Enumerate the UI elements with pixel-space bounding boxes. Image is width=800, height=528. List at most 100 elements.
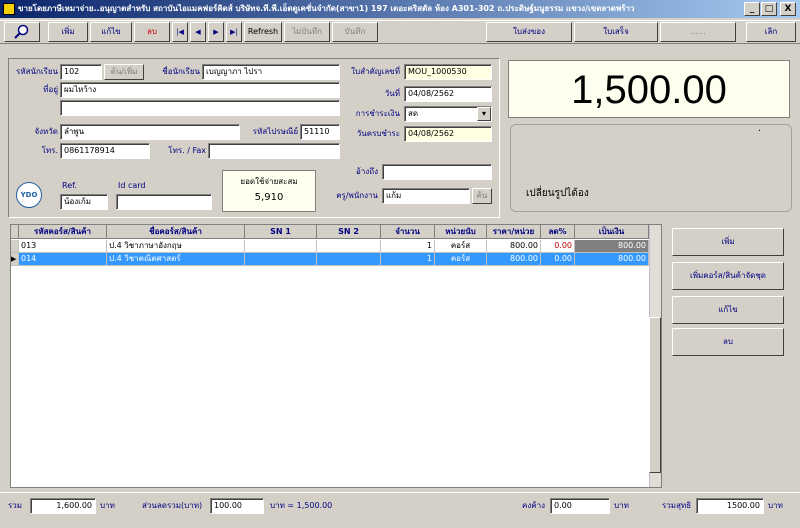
fax-field[interactable] <box>208 143 340 159</box>
side-edit-button[interactable]: แก้ไข <box>672 296 784 324</box>
maximize-button[interactable]: □ <box>761 2 777 16</box>
grid-cell-unit[interactable]: คอร์ส <box>435 253 487 266</box>
search-icon <box>14 24 29 39</box>
date-field[interactable]: 04/08/2562 <box>404 86 492 102</box>
delete-button[interactable]: ลบ <box>134 22 170 42</box>
change-dot: · <box>758 126 762 137</box>
grid-header-sn1[interactable]: SN 1 <box>245 225 317 239</box>
phone-field[interactable]: 0861178914 <box>60 143 150 159</box>
sum-label: รวม <box>8 501 23 510</box>
address-label: ที่อยู่ <box>43 85 58 94</box>
discount-field[interactable]: 100.00 <box>210 498 264 514</box>
ref-field[interactable] <box>382 164 492 180</box>
grid-cell-sn2[interactable] <box>317 253 381 266</box>
accum-value: 5,910 <box>254 192 284 203</box>
first-record-button[interactable]: |◀ <box>172 22 188 42</box>
side-delete-button[interactable]: ลบ <box>672 328 784 356</box>
student-name-label: ชื่อนักเรียน <box>162 67 200 76</box>
zip-field[interactable]: 51110 <box>300 124 340 140</box>
grid-cell-price[interactable]: 800.00 <box>487 253 541 266</box>
grid-cell-disc[interactable]: 0.00 <box>541 240 575 253</box>
grid-cell-amount[interactable]: 800.00 <box>575 240 649 253</box>
phone-label: โทร. <box>41 146 58 155</box>
deposit-slip-button[interactable]: ใบส่งของ <box>486 22 572 42</box>
save-button[interactable]: บันทึก <box>332 22 378 42</box>
blank-button[interactable]: ...... <box>660 22 736 42</box>
fax-label: โทร. / Fax <box>168 146 206 155</box>
grid-cell-qty[interactable]: 1 <box>381 240 435 253</box>
payment-dropdown-icon[interactable]: ▾ <box>477 107 491 121</box>
ref-name-label: Ref. <box>62 181 77 190</box>
ref-name-field[interactable]: น้องเก้ม <box>60 194 108 210</box>
grid-header-code[interactable]: รหัสคอร์ส/สินค้า <box>19 225 107 239</box>
deposit-field[interactable]: 0.00 <box>550 498 610 514</box>
grid-header-disc[interactable]: ลด% <box>541 225 575 239</box>
grid-cell-price[interactable]: 800.00 <box>487 240 541 253</box>
change-text: เปลี่ยนรูปได้อง <box>526 188 589 199</box>
docno-label: ใบสำคัญเลขที่ <box>351 67 400 76</box>
accum-label: ยอดใช้จ่ายสะสม <box>240 177 298 186</box>
grid-header-amount[interactable]: เป็นเงิน <box>575 225 649 239</box>
search-button[interactable] <box>4 22 40 42</box>
staff-label: ครู/พนักงาน <box>336 191 378 200</box>
close-button[interactable]: X <box>780 2 796 16</box>
grid-header-qty[interactable]: จำนวน <box>381 225 435 239</box>
add-button[interactable]: เพิ่ม <box>48 22 88 42</box>
grid-cell-disc[interactable]: 0.00 <box>541 253 575 266</box>
next-record-button[interactable]: ▶ <box>208 22 224 42</box>
total-display: 1,500.00 <box>571 68 727 112</box>
items-grid[interactable]: รหัสคอร์ส/สินค้า ชื่อคอร์ส/สินค้า SN 1 SN 2… <box>10 224 662 488</box>
grid-header-unit[interactable]: หน่วยนับ <box>435 225 487 239</box>
grid-cell-sn1[interactable] <box>245 240 317 253</box>
ref-label: อ้างถึง <box>356 167 378 176</box>
idcard-field[interactable] <box>116 194 212 210</box>
last-record-button[interactable]: ▶| <box>226 22 242 42</box>
staff-search-button[interactable]: ค้น <box>472 188 492 204</box>
staff-field[interactable]: แก้ม <box>382 188 470 204</box>
grid-cell-code[interactable]: 014 <box>19 253 107 266</box>
grid-cell-amount[interactable]: 800.00 <box>575 253 649 266</box>
net-label: รวมสุทธิ <box>662 501 692 510</box>
address-line1-field[interactable]: ผมไหว้าง <box>60 82 340 98</box>
net-unit: บาท <box>768 501 783 510</box>
net-field: 1500.00 <box>696 498 764 514</box>
deposit-unit: บาท <box>614 501 629 510</box>
ydo-logo: YDO <box>16 182 42 208</box>
window-title-bar[interactable]: ขายโดยภาษีเหมาจ่าย..อนุญาตสำหรับ สถาบันไ… <box>0 0 800 18</box>
due-field[interactable]: 04/08/2562 <box>404 126 492 142</box>
grid-cell-name[interactable]: ป.4 วิชาคณิตศาสตร์ <box>107 253 245 266</box>
grid-header-sn2[interactable]: SN 2 <box>317 225 381 239</box>
grid-cell-unit[interactable]: คอร์ส <box>435 240 487 253</box>
side-add-set-button[interactable]: เพิ่มคอร์ส/สินค้าจัดชุด <box>672 262 784 290</box>
payment-label: การชำระเงิน <box>355 109 400 118</box>
receipt-button[interactable]: ใบเสร็จ <box>574 22 658 42</box>
prev-record-button[interactable]: ◀ <box>190 22 206 42</box>
address-line2-field[interactable] <box>60 100 340 116</box>
grid-cell-marker[interactable] <box>11 240 19 253</box>
grid-header-price[interactable]: ราคา/หน่วย <box>487 225 541 239</box>
grid-cell-sn2[interactable] <box>317 240 381 253</box>
grid-cell-name[interactable]: ป.4 วิชาภาษาอังกฤษ <box>107 240 245 253</box>
grid-cell-qty[interactable]: 1 <box>381 253 435 266</box>
no-save-button[interactable]: ไม่บันทึก <box>284 22 330 42</box>
grid-cell-marker[interactable]: ▶ <box>11 253 19 266</box>
discount-label: ส่วนลดรวม(บาท) <box>142 501 203 510</box>
minimize-button[interactable]: _ <box>744 2 760 16</box>
app-icon <box>3 3 15 15</box>
province-field[interactable]: ลำพูน <box>60 124 240 140</box>
exit-button[interactable]: เลิก <box>746 22 796 42</box>
edit-button[interactable]: แก้ไข <box>90 22 132 42</box>
side-add-button[interactable]: เพิ่ม <box>672 228 784 256</box>
student-name-field[interactable]: เบญญาภา ไปรา <box>202 64 340 80</box>
grid-scrollbar-thumb[interactable] <box>649 317 661 473</box>
grid-header-name[interactable]: ชื่อคอร์ส/สินค้า <box>107 225 245 239</box>
refresh-button[interactable]: Refresh <box>244 22 282 42</box>
student-id-field[interactable]: 102 <box>60 64 102 80</box>
docno-field: MOU_1000530 <box>404 64 492 80</box>
sum-unit: บาท <box>100 501 115 510</box>
grid-cell-sn1[interactable] <box>245 253 317 266</box>
sum-field: 1,600.00 <box>30 498 96 514</box>
grid-cell-code[interactable]: 013 <box>19 240 107 253</box>
student-search-button[interactable]: ค้น/เพิ่ม <box>104 64 144 80</box>
grid-header-marker <box>11 225 19 239</box>
